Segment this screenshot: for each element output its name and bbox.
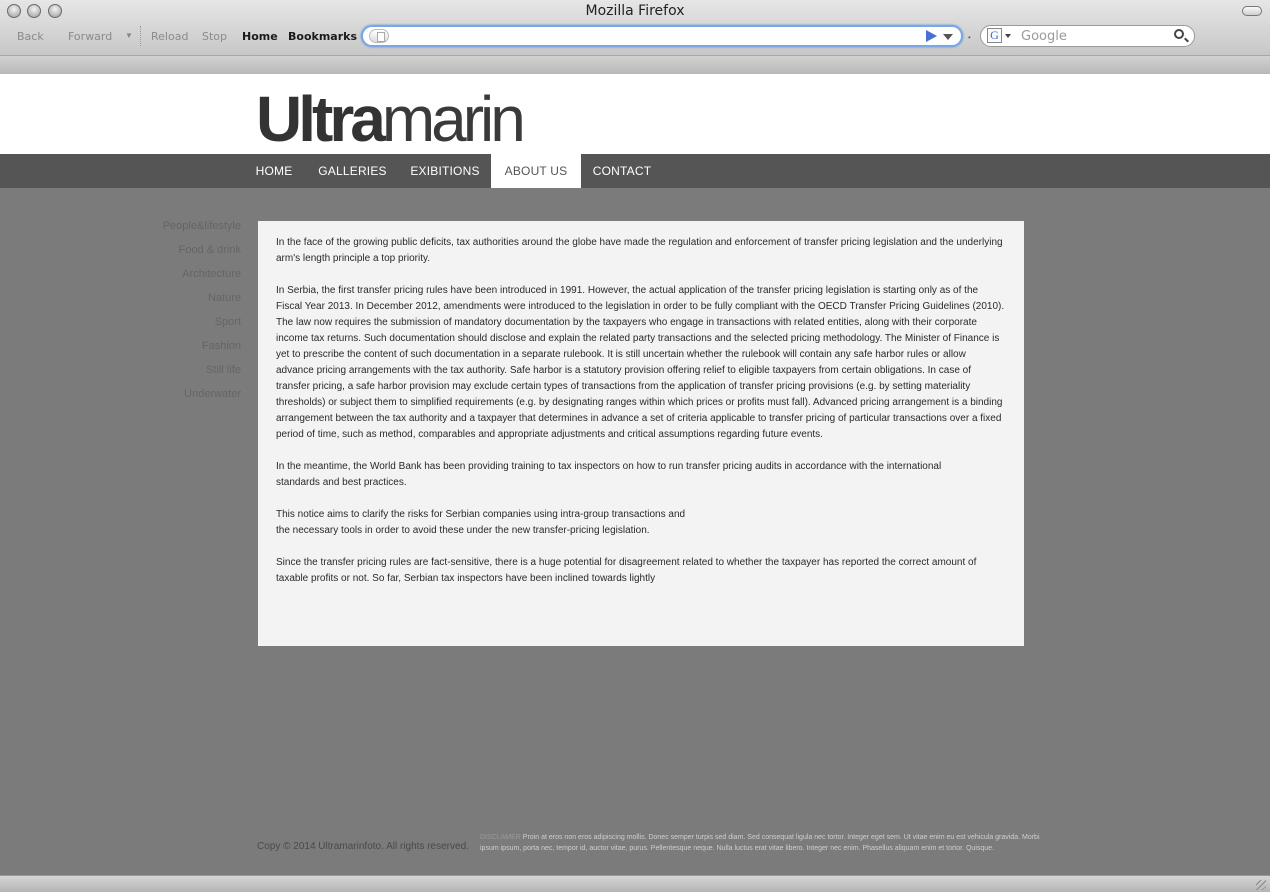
back-button[interactable]: Back: [17, 30, 44, 43]
title-bar: Mozilla Firefox: [0, 0, 1270, 22]
nav-about-us[interactable]: ABOUT US: [491, 154, 581, 188]
sidebar-item-architecture[interactable]: Architecture: [182, 268, 241, 280]
sidebar-item-people-lifestyle[interactable]: People&lifestyle: [163, 220, 241, 232]
url-bar[interactable]: [361, 25, 963, 47]
sidebar-item-sport[interactable]: Sport: [215, 316, 241, 328]
bookmarks-strip: [0, 55, 1270, 74]
site-header: Ultramarin: [0, 74, 1270, 154]
history-dropdown-icon[interactable]: ▼: [125, 31, 133, 40]
status-bar: [0, 875, 1270, 892]
bookmarks-button[interactable]: Bookmarks: [288, 30, 357, 43]
content-paragraph: In the face of the growing public defici…: [276, 237, 1003, 264]
logo-light-text: marin: [381, 83, 526, 155]
main-nav: HOME GALLERIES EXIBITIONS ABOUT US CONTA…: [0, 154, 1270, 188]
logo-bold-text: Ultra: [256, 83, 386, 155]
url-input[interactable]: [395, 27, 915, 45]
disclaimer-label: DISCLAMER: [480, 834, 521, 841]
forward-button[interactable]: Forward: [68, 30, 112, 43]
sidebar-item-nature[interactable]: Nature: [208, 292, 241, 304]
browser-chrome: Mozilla Firefox Back Forward ▼ Reload St…: [0, 0, 1270, 74]
toolbar-separator: [140, 26, 141, 46]
nav-home[interactable]: HOME: [248, 154, 300, 188]
go-arrow-icon[interactable]: [926, 30, 937, 42]
search-input[interactable]: [1021, 27, 1171, 45]
stop-button[interactable]: Stop: [202, 30, 227, 43]
reload-button[interactable]: Reload: [151, 30, 188, 43]
search-bar[interactable]: G: [980, 25, 1195, 47]
nav-exibitions[interactable]: EXIBITIONS: [405, 154, 485, 188]
page-icon: [369, 29, 389, 43]
window-title: Mozilla Firefox: [585, 3, 685, 19]
nav-contact[interactable]: CONTACT: [587, 154, 657, 188]
content-paragraph: This notice aims to clarify the risks fo…: [276, 509, 686, 536]
toolbar-toggle-button[interactable]: [1242, 6, 1262, 16]
copyright-text: Copy © 2014 Ultramarinfoto. All rights r…: [257, 841, 469, 852]
sidebar-item-fashion[interactable]: Fashion: [202, 340, 241, 352]
home-button[interactable]: Home: [242, 30, 278, 43]
disclaimer: DISCLAMER Proin at eros non eros adipisc…: [480, 832, 1040, 854]
content-paragraph: In Serbia, the first transfer pricing ru…: [276, 285, 1005, 440]
engine-dropdown-icon[interactable]: [1005, 34, 1011, 38]
sidebar-item-still-life[interactable]: Still life: [206, 364, 241, 376]
sidebar-item-underwater[interactable]: Underwater: [184, 388, 241, 400]
content-paragraph: In the meantime, the World Bank has been…: [276, 461, 942, 488]
site-logo[interactable]: Ultramarin: [256, 83, 526, 155]
nav-galleries[interactable]: GALLERIES: [313, 154, 392, 188]
content-paragraph: Since the transfer pricing rules are fac…: [276, 557, 977, 584]
disclaimer-text: Proin at eros non eros adipiscing mollis…: [480, 834, 1040, 852]
url-dropdown-icon[interactable]: [943, 34, 953, 40]
search-icon[interactable]: [1174, 29, 1184, 39]
about-content-panel: In the face of the growing public defici…: [258, 221, 1024, 646]
sidebar-item-food-drink[interactable]: Food & drink: [179, 244, 241, 256]
resize-grip-icon[interactable]: [1256, 880, 1266, 890]
splitter-icon: •: [968, 33, 971, 42]
google-engine-icon[interactable]: G: [987, 28, 1002, 43]
